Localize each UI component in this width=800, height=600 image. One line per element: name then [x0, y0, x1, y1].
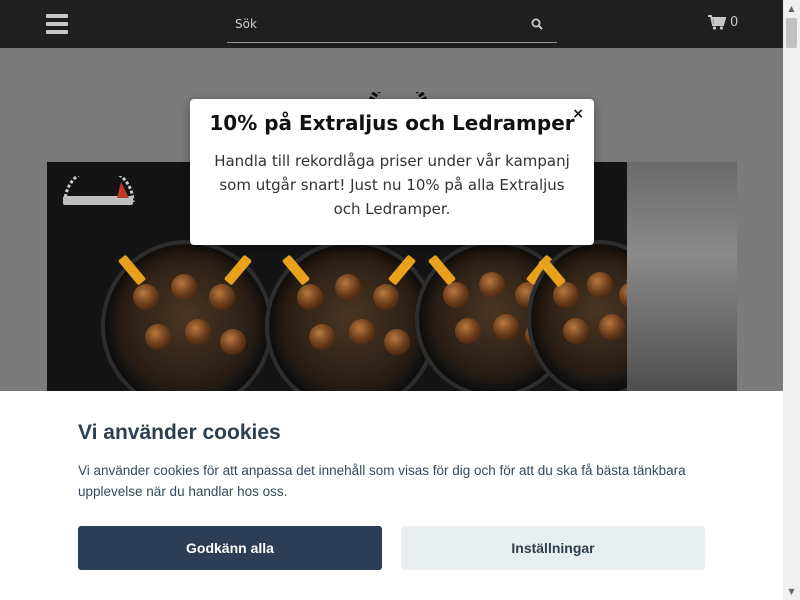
- popup-title: 10% på Extraljus och Ledramper: [209, 111, 575, 135]
- scroll-up-arrow-icon[interactable]: ▲: [783, 0, 800, 17]
- hamburger-menu-icon[interactable]: [46, 14, 68, 34]
- stylinga-brand-logo: [63, 176, 135, 205]
- cart-count: 0: [730, 15, 739, 30]
- accept-all-button[interactable]: Godkänn alla: [78, 526, 382, 570]
- top-navigation-bar: 0: [0, 0, 783, 48]
- cookie-settings-button[interactable]: Inställningar: [401, 526, 705, 570]
- close-icon[interactable]: ×: [572, 107, 584, 121]
- shopping-cart-icon: [708, 15, 726, 30]
- led-lamp: [101, 240, 273, 394]
- vertical-scrollbar[interactable]: ▲ ▼: [783, 0, 800, 600]
- campaign-popup: 10% på Extraljus och Ledramper × Handla …: [190, 99, 594, 245]
- truck-image: [627, 162, 737, 394]
- scroll-down-arrow-icon[interactable]: ▼: [783, 583, 800, 600]
- search-bar: [227, 8, 557, 43]
- popup-message: Handla till rekordlåga priser under vår …: [214, 152, 570, 218]
- cookie-description: Vi använder cookies för att anpassa det …: [78, 463, 686, 499]
- cookie-banner: Vi använder cookies Vi använder cookies …: [0, 391, 783, 600]
- scroll-thumb[interactable]: [786, 18, 797, 48]
- search-input[interactable]: [235, 14, 515, 34]
- cart-button[interactable]: 0: [708, 15, 738, 30]
- led-lamp: [265, 240, 437, 394]
- cookie-title: Vi använder cookies: [78, 421, 281, 444]
- search-icon[interactable]: [531, 18, 543, 30]
